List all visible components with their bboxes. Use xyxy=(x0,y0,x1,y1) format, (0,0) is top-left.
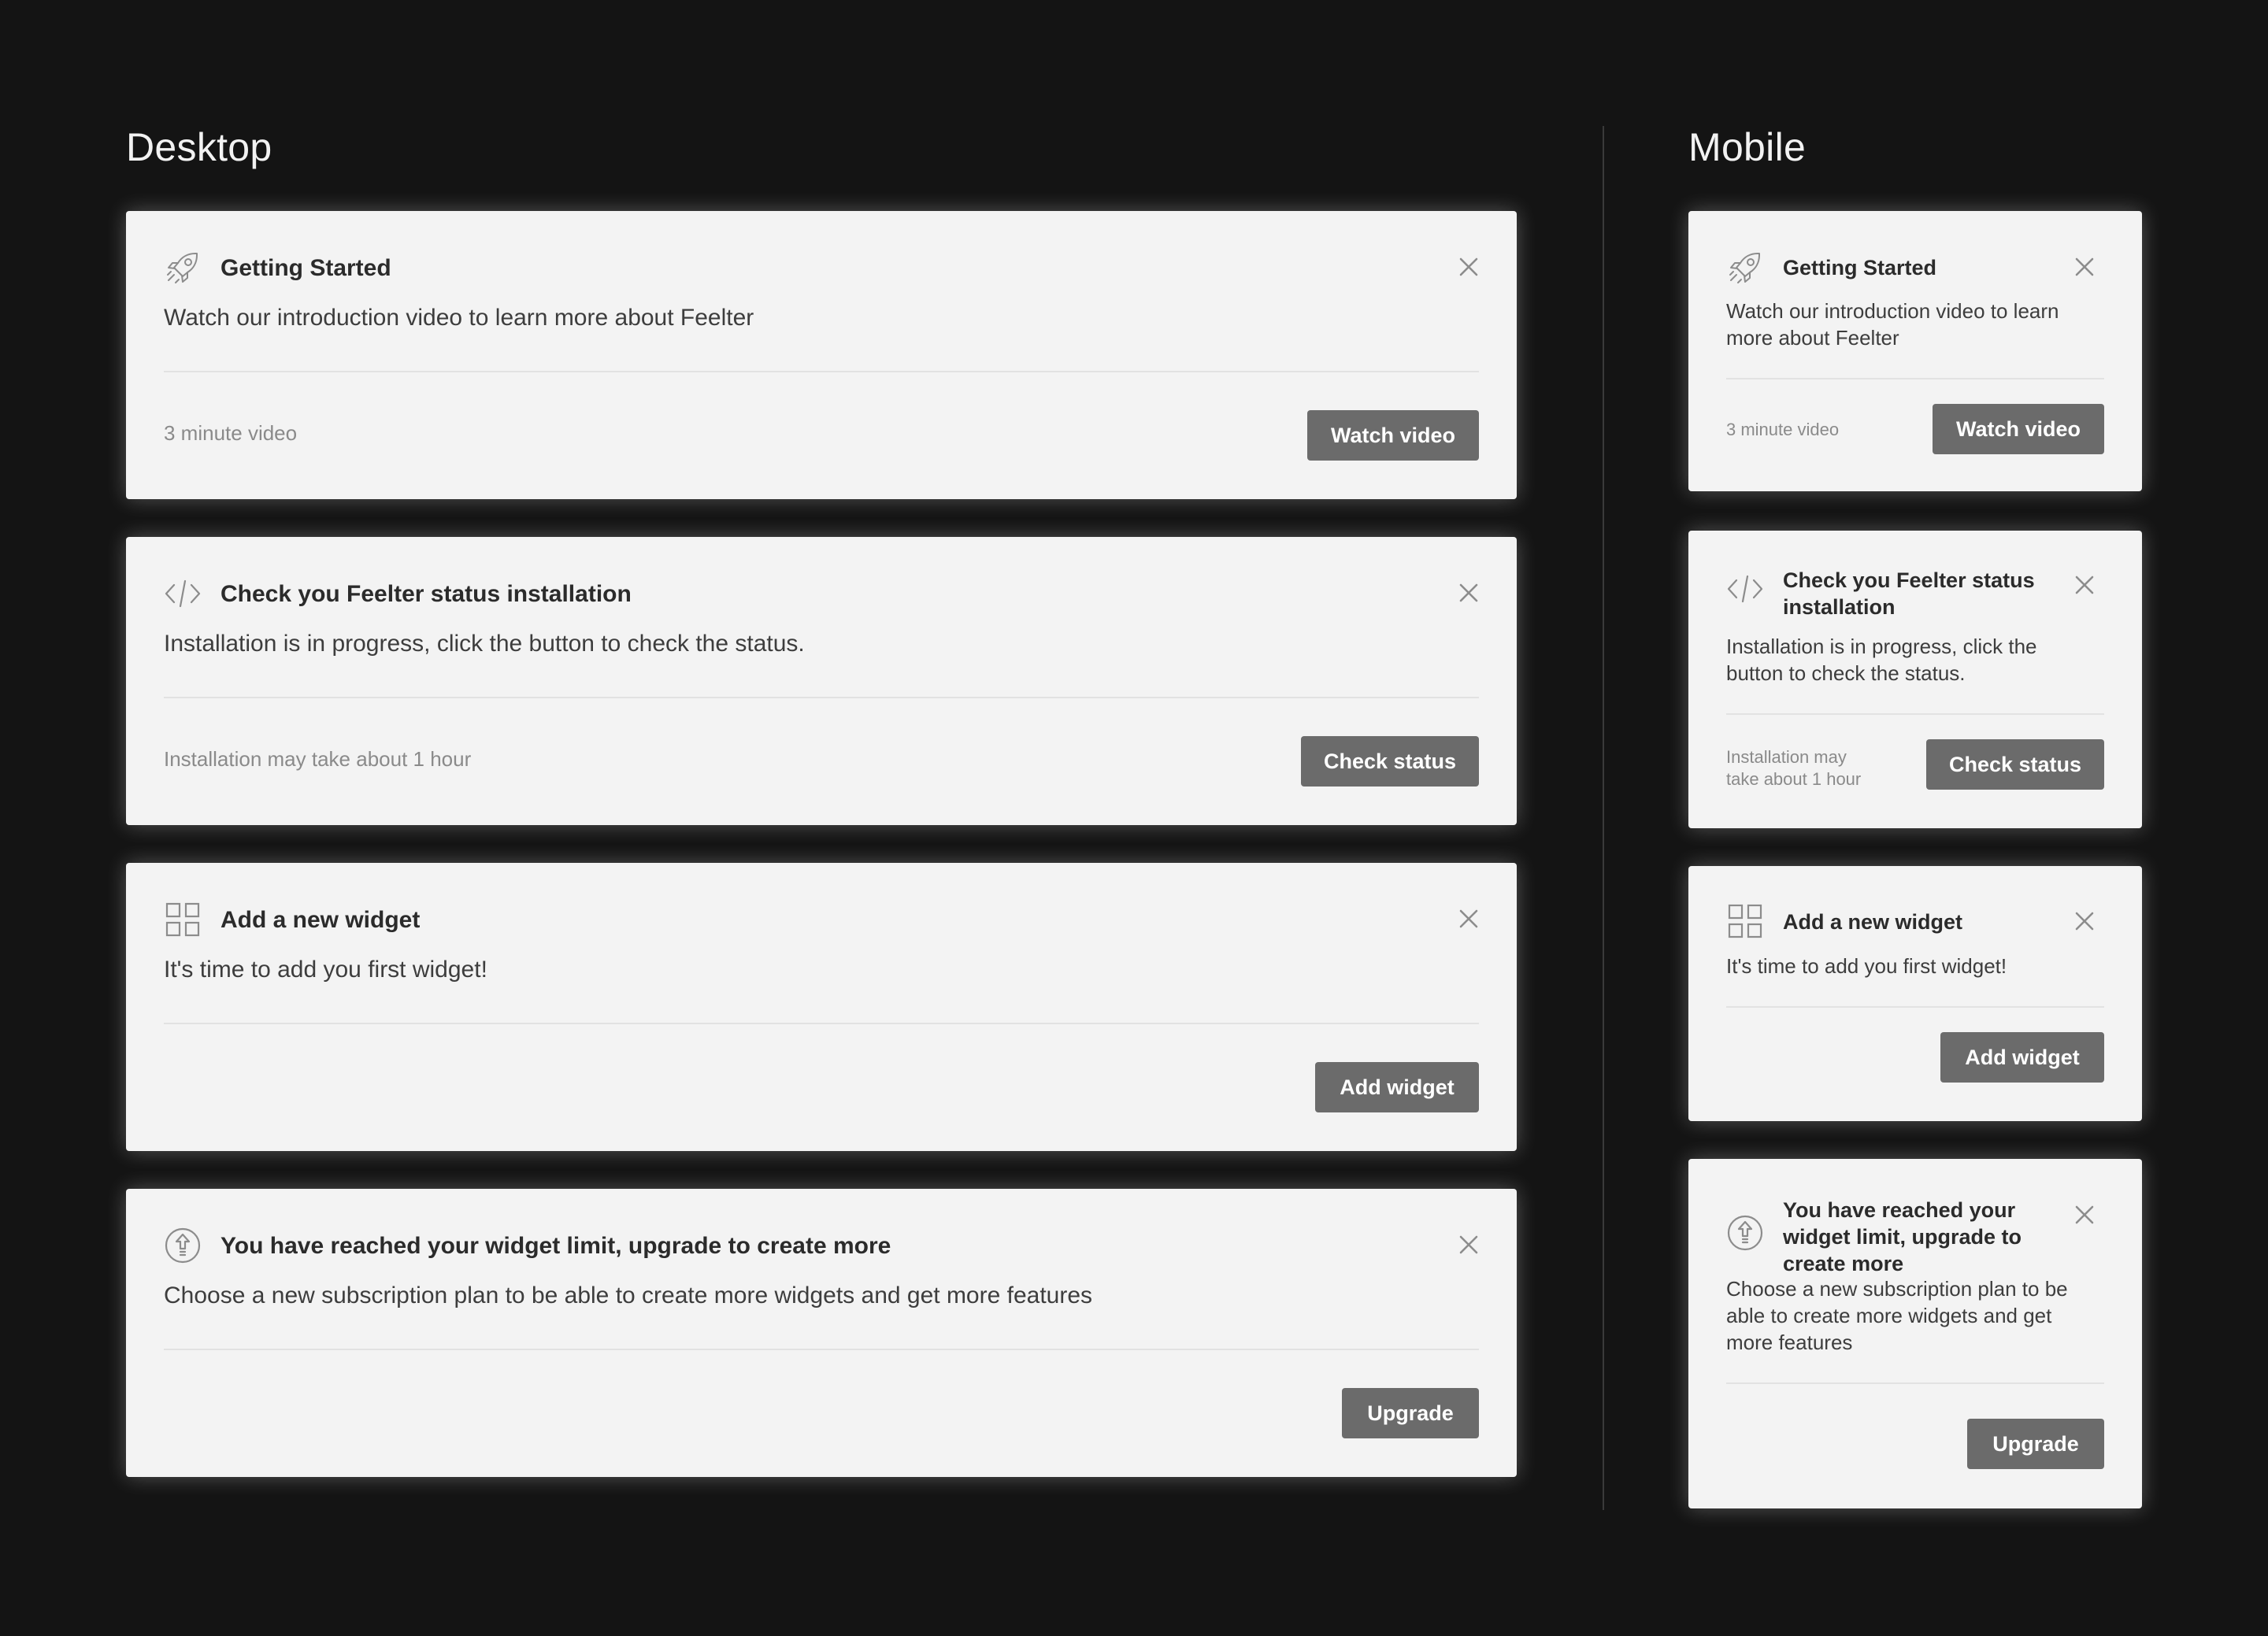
card-description: Watch our introduction video to learn mo… xyxy=(164,305,754,331)
card-title: Check you Feelter status installation xyxy=(220,581,632,607)
card-description: Choose a new subscription plan to be abl… xyxy=(164,1283,1093,1308)
check-status-button[interactable]: Check status xyxy=(1301,736,1479,787)
upgrade-icon xyxy=(164,1227,202,1264)
card-description: It's time to add you first widget! xyxy=(164,957,487,983)
card-description: Watch our introduction video to learn mo… xyxy=(1726,299,2059,350)
card-divider xyxy=(164,697,1479,698)
close-icon[interactable] xyxy=(2074,575,2095,595)
mobile-heading: Mobile xyxy=(1688,125,1807,169)
close-icon[interactable] xyxy=(2074,911,2095,931)
grid-icon xyxy=(164,901,202,938)
watch-video-button[interactable]: Watch video xyxy=(1933,404,2104,454)
check-status-button[interactable]: Check status xyxy=(1926,739,2104,790)
getting-started-card: Getting Started Watch our introduction v… xyxy=(126,211,1517,499)
section-divider xyxy=(1603,126,1604,1510)
upgrade-icon xyxy=(1726,1214,1764,1252)
card-divider xyxy=(1726,1006,2104,1008)
desktop-heading: Desktop xyxy=(126,125,272,169)
close-icon[interactable] xyxy=(1458,583,1479,603)
card-divider xyxy=(1726,713,2104,715)
upgrade-button[interactable]: Upgrade xyxy=(1967,1419,2104,1469)
close-icon[interactable] xyxy=(1458,1234,1479,1255)
card-title: Add a new widget xyxy=(220,907,421,933)
card-divider xyxy=(1726,1382,2104,1384)
card-divider xyxy=(164,1023,1479,1024)
add-widget-card: Add a new widget It's time to add you fi… xyxy=(126,863,1517,1151)
card-title: Check you Feelter status installation xyxy=(1783,568,2035,619)
status-installation-card: Check you Feelter status installation In… xyxy=(126,537,1517,825)
getting-started-card: Getting Started Watch our introduction v… xyxy=(1688,211,2142,491)
card-description: Installation is in progress, click the b… xyxy=(164,631,805,657)
close-icon[interactable] xyxy=(2074,1205,2095,1225)
add-widget-button[interactable]: Add widget xyxy=(1315,1062,1479,1112)
rocket-icon xyxy=(164,249,202,287)
card-meta: Installation may take about 1 hour xyxy=(164,747,472,771)
card-title: Add a new widget xyxy=(1783,910,1963,934)
close-icon[interactable] xyxy=(1458,909,1479,929)
close-icon[interactable] xyxy=(2074,257,2095,277)
card-divider xyxy=(164,1349,1479,1350)
card-description: Installation is in progress, click the b… xyxy=(1726,635,2037,685)
code-icon xyxy=(164,575,202,613)
card-divider xyxy=(1726,378,2104,379)
rocket-icon xyxy=(1726,249,1764,287)
card-title: Getting Started xyxy=(1783,256,1937,279)
card-description: It's time to add you first widget! xyxy=(1726,954,2007,978)
close-icon[interactable] xyxy=(1458,257,1479,277)
card-title: You have reached your widget limit, upgr… xyxy=(1783,1198,2022,1275)
card-divider xyxy=(164,371,1479,372)
upgrade-button[interactable]: Upgrade xyxy=(1342,1388,1479,1438)
card-title: You have reached your widget limit, upgr… xyxy=(220,1233,891,1259)
card-title: Getting Started xyxy=(220,255,391,281)
card-meta: 3 minute video xyxy=(1726,420,1840,439)
watch-video-button[interactable]: Watch video xyxy=(1307,410,1479,461)
code-icon xyxy=(1726,570,1764,608)
grid-icon xyxy=(1726,902,1764,940)
upgrade-card: You have reached your widget limit, upgr… xyxy=(126,1189,1517,1477)
add-widget-button[interactable]: Add widget xyxy=(1940,1032,2104,1083)
card-description: Choose a new subscription plan to be abl… xyxy=(1726,1277,2068,1354)
card-meta: Installation may take about 1 hour xyxy=(1726,747,1862,789)
status-installation-card: Check you Feelter status installation In… xyxy=(1688,531,2142,828)
card-meta: 3 minute video xyxy=(164,421,298,445)
upgrade-card: You have reached your widget limit, upgr… xyxy=(1688,1159,2142,1508)
add-widget-card: Add a new widget It's time to add you fi… xyxy=(1688,866,2142,1121)
